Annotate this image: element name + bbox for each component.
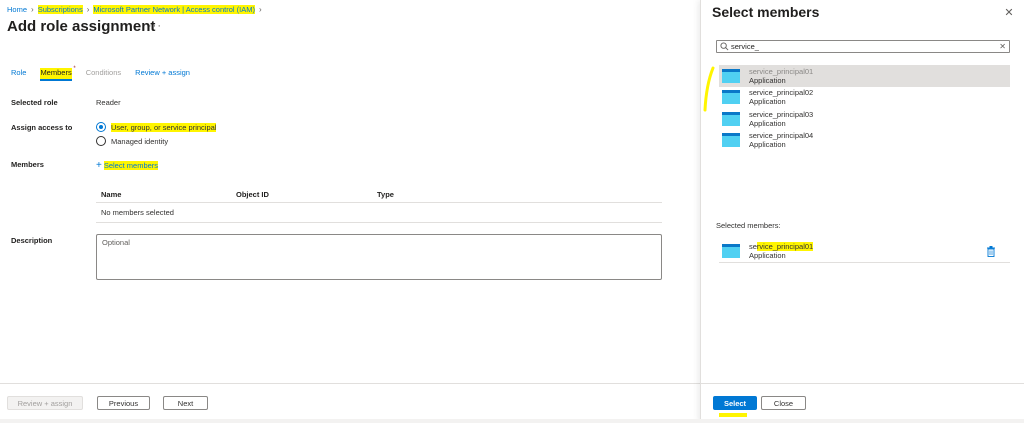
chevron-right-icon: ›: [31, 4, 34, 14]
members-label: Members: [11, 160, 44, 169]
search-result-name: service_principal03: [749, 109, 814, 119]
radio-user-group-sp-label: User, group, or service principal: [111, 122, 217, 132]
search-result-text: service_principal03 Application: [749, 110, 813, 128]
tab-conditions[interactable]: Conditions: [86, 68, 121, 81]
description-input[interactable]: [96, 234, 662, 280]
tab-role[interactable]: Role: [11, 68, 26, 81]
radio-selected-icon: [96, 122, 106, 132]
selected-members-label: Selected members:: [716, 221, 781, 230]
application-icon: [722, 111, 740, 126]
search-result-name: service_principal02: [749, 88, 814, 98]
table-row: No members selected: [96, 203, 662, 223]
page-title: Add role assignment: [7, 18, 156, 35]
trash-icon[interactable]: [986, 246, 996, 257]
select-members-label: Select members: [103, 161, 159, 170]
selected-member-name: service_principal01: [749, 242, 814, 251]
selected-role-label: Selected role: [11, 98, 58, 107]
next-button[interactable]: Next: [163, 396, 208, 410]
radio-managed-identity-label: Managed identity: [111, 136, 169, 146]
tab-members[interactable]: Members *: [40, 66, 76, 81]
column-header-object-id[interactable]: Object ID: [236, 190, 377, 199]
search-box: ✕: [716, 40, 1010, 53]
selected-member-name-prefix: se: [749, 242, 757, 251]
clear-search-icon[interactable]: ✕: [999, 42, 1006, 51]
bottom-strip: [0, 419, 1024, 423]
tab-review-assign[interactable]: Review + assign: [135, 68, 190, 81]
search-result-type: Application: [749, 75, 786, 85]
breadcrumb-home[interactable]: Home: [7, 5, 27, 14]
search-result-text: service_principal04 Application: [749, 131, 813, 149]
column-header-type[interactable]: Type: [377, 190, 394, 199]
role-assignment-page: Home › Subscriptions › Microsoft Partner…: [0, 0, 700, 423]
selected-member-name-rest: rvice_principal01: [756, 242, 814, 251]
required-mark: *: [73, 66, 76, 72]
chevron-right-icon: ›: [86, 4, 90, 14]
search-result-name: service_principal04: [749, 131, 814, 141]
close-icon[interactable]: ✕: [1003, 6, 1015, 19]
search-results-list: service_principal01 Application service_pr…: [719, 65, 1010, 151]
select-members-link[interactable]: + Select members: [96, 160, 159, 171]
column-header-name[interactable]: Name: [96, 190, 236, 199]
search-result-name: service_principal01: [749, 66, 814, 76]
members-table: Name Object ID Type No members selected: [96, 186, 662, 223]
more-options-icon[interactable]: ···: [148, 20, 162, 32]
breadcrumb-resource[interactable]: Microsoft Partner Network | Access contr…: [93, 4, 255, 14]
plus-icon: +: [96, 160, 102, 171]
highlight-mark: [719, 413, 747, 417]
description-label: Description: [11, 236, 53, 245]
application-icon: [722, 90, 740, 105]
wizard-tabs: Role Members * Conditions Review + assign: [11, 66, 204, 81]
panel-footer: Select Close: [701, 383, 1024, 423]
panel-title: Select members: [712, 4, 820, 20]
breadcrumb-subscriptions[interactable]: Subscriptions: [37, 4, 83, 14]
previous-button[interactable]: Previous: [97, 396, 150, 410]
search-result-type: Application: [749, 97, 786, 107]
assign-access-label: Assign access to: [11, 123, 73, 132]
application-icon: [722, 133, 740, 148]
select-members-panel: Select members ✕ ✕ service_principal01Ap…: [700, 0, 1024, 423]
search-icon: [720, 42, 729, 51]
selected-member-type: Application: [749, 251, 786, 260]
radio-user-group-sp[interactable]: User, group, or service principal: [96, 122, 217, 132]
empty-table-text: No members selected: [101, 208, 174, 217]
search-result-type: Application: [749, 140, 786, 150]
chevron-right-icon: ›: [258, 4, 262, 14]
search-result-type: Application: [749, 118, 786, 128]
review-assign-button[interactable]: Review + assign: [7, 396, 83, 410]
radio-managed-identity[interactable]: Managed identity: [96, 136, 168, 146]
breadcrumb: Home › Subscriptions › Microsoft Partner…: [7, 4, 266, 14]
selected-member-text: service_principal01 Application: [749, 242, 814, 260]
application-icon: [722, 244, 740, 258]
tab-members-label: Members: [40, 68, 72, 77]
selected-role-value: Reader: [96, 98, 121, 107]
wizard-footer: Review + assign Previous Next: [0, 383, 700, 423]
search-result-item[interactable]: service_principal03 Application: [719, 108, 1010, 130]
search-input[interactable]: [731, 41, 828, 52]
search-result-text: service_principal02 Application: [749, 88, 813, 106]
select-button[interactable]: Select: [713, 396, 757, 410]
application-icon: [722, 68, 740, 83]
table-header: Name Object ID Type: [96, 186, 662, 203]
search-result-item[interactable]: service_principal02 Application: [719, 87, 1010, 109]
close-button[interactable]: Close: [761, 396, 806, 410]
search-result-text: service_principal01 Application: [749, 67, 813, 85]
search-result-item[interactable]: service_principal01 Application: [719, 65, 1010, 87]
search-result-item[interactable]: service_principal04 Application: [719, 130, 1010, 152]
radio-empty-icon: [96, 136, 106, 146]
selected-member-item: service_principal01 Application: [719, 240, 1010, 263]
